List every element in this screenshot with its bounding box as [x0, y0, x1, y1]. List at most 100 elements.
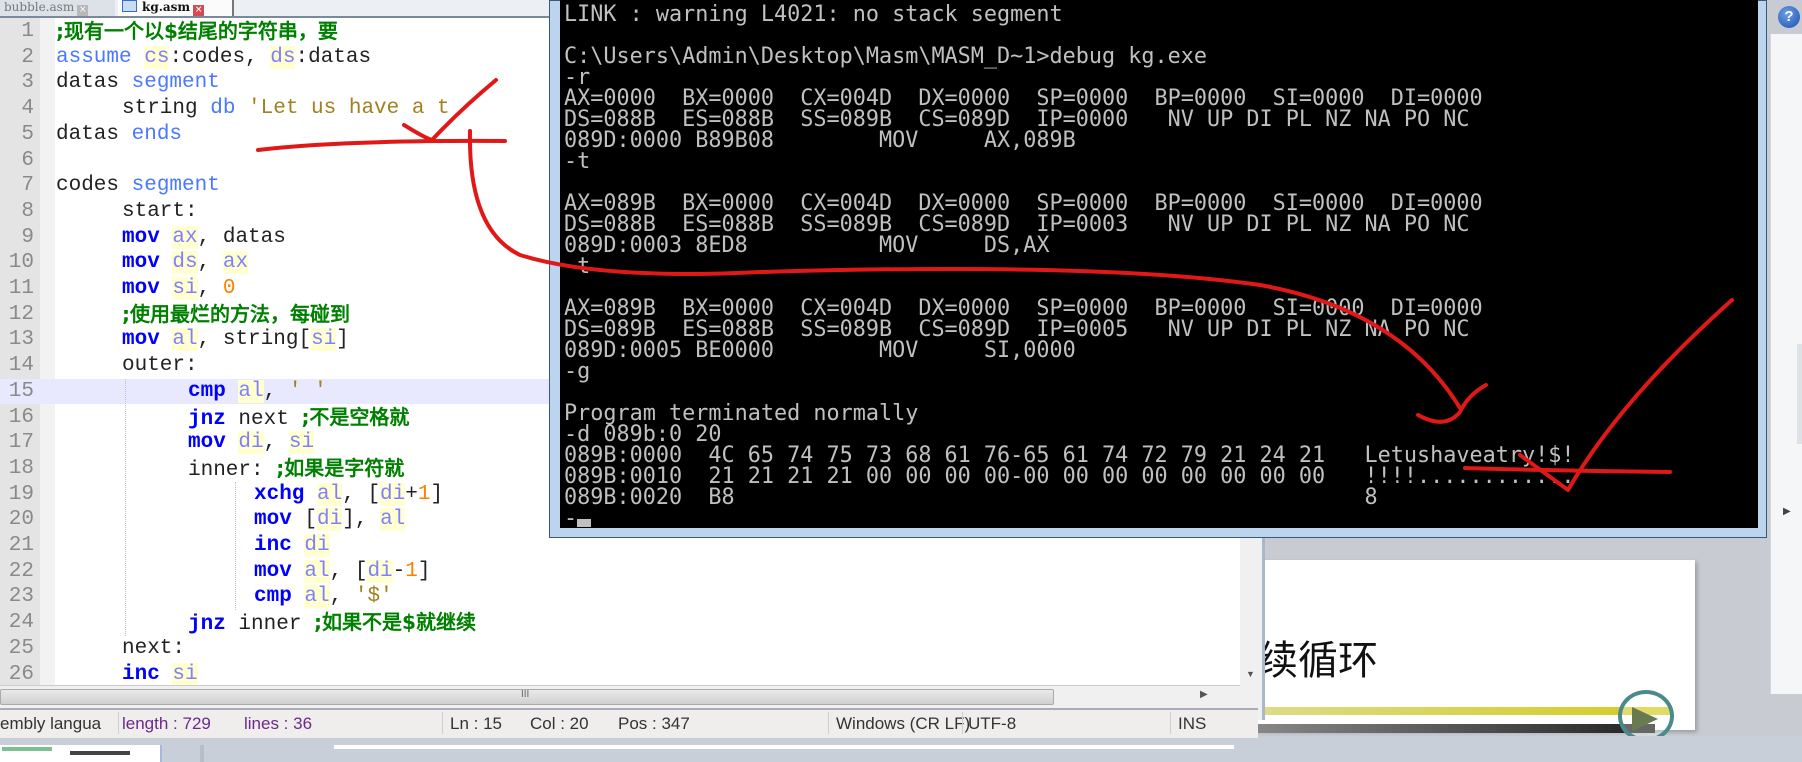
- console-line-text: -t: [564, 149, 591, 174]
- code-text: inc di: [254, 533, 330, 559]
- code-text: ;现有一个以$结尾的字符串，要: [56, 19, 338, 47]
- code-text: mov al, [di-1]: [254, 559, 431, 585]
- code-token-cmt: ;如果是字符就: [276, 455, 405, 480]
- code-text: mov [di], al: [254, 507, 406, 533]
- line-number: 20: [8, 508, 34, 532]
- thumbnail-content: [70, 751, 130, 755]
- code-token-num: 0: [222, 277, 236, 300]
- status-insert-mode[interactable]: INS: [1178, 714, 1206, 734]
- line-number: 8: [21, 199, 34, 223]
- line-number: 4: [21, 97, 34, 121]
- code-text: assume cs:codes, ds:datas: [56, 45, 371, 71]
- help-icon[interactable]: ?: [1778, 6, 1800, 28]
- code-token-plain: ,: [197, 251, 223, 275]
- close-icon[interactable]: ×: [77, 5, 89, 16]
- code-token-dir: db: [210, 97, 249, 121]
- slide-thumbnail[interactable]: [0, 745, 162, 762]
- line-number: 2: [21, 45, 34, 69]
- code-token-plain: , string[: [197, 328, 312, 352]
- console-line: -t: [564, 256, 590, 278]
- code-text: ;使用最烂的方法，每碰到: [122, 302, 350, 330]
- code-token-plain: ,: [329, 585, 355, 609]
- console-line: -t: [564, 149, 591, 174]
- code-text: datas ends: [56, 122, 182, 148]
- line-number: 17: [8, 431, 34, 455]
- line-number: 26: [8, 662, 34, 686]
- console-line: LINK : warning L4021: no stack segment: [564, 2, 1063, 27]
- side-panel-scrollbar[interactable]: [1797, 344, 1802, 444]
- console-line: Program terminated normally: [564, 403, 918, 425]
- status-divider: [828, 712, 829, 734]
- code-text: codes segment: [56, 173, 220, 199]
- code-token-cmt: ;如果不是$就继续: [314, 610, 476, 635]
- scroll-right-icon[interactable]: ▶: [1783, 506, 1791, 517]
- code-token-reg: di: [238, 431, 264, 455]
- code-token-kw: cmp: [254, 585, 305, 609]
- code-text: jnz next ;不是空格就: [188, 405, 409, 433]
- code-text: inner: ;如果是字符就: [188, 456, 404, 484]
- console-line: -r: [564, 67, 590, 89]
- line-number: 21: [8, 534, 34, 557]
- status-divider: [1170, 712, 1171, 734]
- code-token-num: 1: [417, 482, 431, 506]
- code-line[interactable]: 26 inc si: [0, 662, 1240, 686]
- status-length: length : 729: [122, 714, 211, 733]
- slide-decor-bar-dark: [1255, 724, 1655, 733]
- status-eol[interactable]: Windows (CR LF): [836, 714, 970, 734]
- code-token-kw: mov: [122, 328, 173, 352]
- line-number: 9: [21, 225, 34, 249]
- line-number: 16: [8, 405, 34, 429]
- panel-divider: [200, 745, 204, 762]
- scroll-down-icon[interactable]: ▼: [1246, 669, 1255, 679]
- code-token-plain: ]: [417, 559, 431, 583]
- code-token-kw: mov: [122, 225, 173, 249]
- console-line-text: LINK : warning L4021: no stack segment: [564, 2, 1063, 27]
- tab-kg-asm[interactable]: kg.asm ×: [118, 0, 234, 16]
- console-output[interactable]: LINK : warning L4021: no stack segment C:…: [560, 0, 1758, 528]
- code-line[interactable]: 25 next:: [0, 636, 1240, 662]
- console-line: AX=0000 BX=0000 CX=004D DX=0000 SP=0000 …: [564, 88, 1483, 110]
- line-number: 11: [8, 277, 34, 300]
- code-token-plain: next: [238, 407, 302, 431]
- horizontal-scroll-thumb[interactable]: III: [0, 689, 1054, 705]
- code-text: start:: [122, 199, 198, 225]
- code-token-plain: ,: [263, 431, 289, 455]
- line-number: 14: [8, 354, 34, 378]
- code-line[interactable]: 22 mov al, [di-1]: [0, 559, 1240, 585]
- code-token-str: ' ': [288, 379, 327, 403]
- console-line: 089D:0003 8ED8 MOV DS,AX: [564, 235, 1050, 257]
- code-token-reg: di: [317, 508, 343, 532]
- code-token-reg: di: [380, 482, 406, 506]
- console-cursor: [577, 519, 592, 527]
- horizontal-scrollbar[interactable]: III ▶: [0, 685, 1240, 706]
- code-token-reg: di: [367, 559, 393, 583]
- console-line: -d 089b:0 20: [564, 424, 721, 446]
- code-token-dir: segment: [131, 174, 220, 198]
- status-position: Pos : 347: [618, 714, 690, 733]
- close-icon[interactable]: ×: [193, 5, 205, 16]
- code-token-plain: ,: [263, 379, 289, 403]
- code-token-plain: codes: [56, 174, 132, 198]
- code-line[interactable]: 23 cmp al, '$': [0, 584, 1240, 610]
- code-token-plain: outer:: [122, 354, 198, 378]
- console-line: DS=088B ES=088B SS=089B CS=089D IP=0003 …: [564, 214, 1469, 236]
- code-text: outer:: [122, 353, 198, 379]
- code-token-reg: ds: [270, 45, 296, 69]
- slide-next-button[interactable]: [1618, 690, 1674, 742]
- code-token-reg: ax: [222, 251, 249, 275]
- line-number: 22: [8, 559, 34, 583]
- line-number: 10: [8, 251, 34, 275]
- code-token-cmt: ;不是空格就: [301, 404, 410, 429]
- bottom-panel: [0, 736, 1802, 762]
- tab-bubble-asm[interactable]: bubble.asm ×: [0, 0, 115, 16]
- line-number: 3: [21, 71, 34, 95]
- scroll-right-icon[interactable]: ▶: [1200, 689, 1208, 700]
- code-token-reg: si: [311, 328, 337, 352]
- status-encoding[interactable]: UTF-8: [968, 714, 1016, 734]
- code-token-kw: inc: [254, 534, 305, 557]
- code-token-num: 1: [405, 559, 418, 583]
- slide-text: 续循环: [1258, 638, 1378, 684]
- code-line[interactable]: 24 jnz inner ;如果不是$就继续: [0, 610, 1240, 636]
- tab-label: bubble.asm: [4, 0, 75, 14]
- tab-label: kg.asm: [142, 0, 191, 14]
